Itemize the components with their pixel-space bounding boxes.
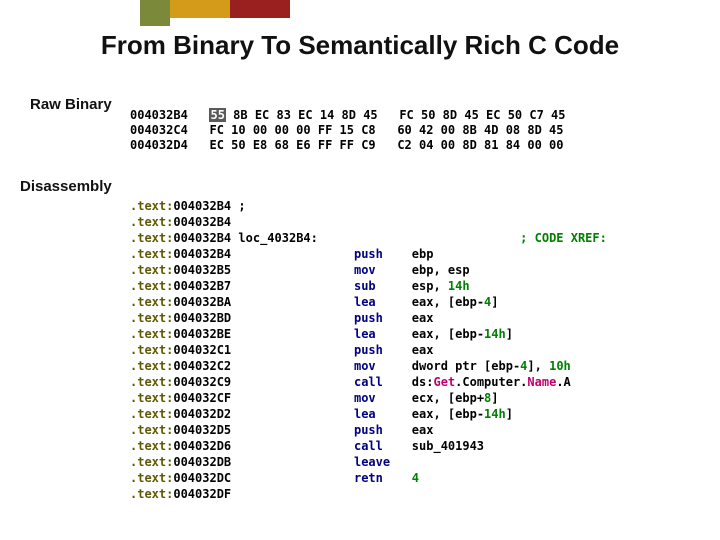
asm-row: .text:004032B7 sub esp, 14h [130, 278, 607, 294]
asm-row: .text:004032DB leave [130, 454, 607, 470]
label-raw-binary: Raw Binary [30, 96, 112, 113]
asm-row: .text:004032C9 call ds:Get.Computer.Name… [130, 374, 607, 390]
accent-bar [140, 0, 290, 18]
asm-row: .text:004032B4 loc_4032B4: ; CODE XREF: [130, 230, 607, 246]
hex-row: 004032C4 FC 10 00 00 00 FF 15 C8 60 42 0… [130, 123, 566, 138]
hex-row: 004032B4 55 8B EC 83 EC 14 8D 45 FC 50 8… [130, 108, 566, 123]
asm-row: .text:004032DF [130, 486, 607, 502]
accent-seg-2 [170, 0, 230, 18]
asm-row: .text:004032C1 push eax [130, 342, 607, 358]
asm-row: .text:004032DC retn 4 [130, 470, 607, 486]
asm-row: .text:004032D2 lea eax, [ebp-14h] [130, 406, 607, 422]
asm-row: .text:004032C2 mov dword ptr [ebp-4], 10… [130, 358, 607, 374]
asm-row: .text:004032B4 push ebp [130, 246, 607, 262]
slide-title: From Binary To Semantically Rich C Code [0, 30, 720, 61]
accent-seg-1 [140, 0, 170, 18]
asm-row: .text:004032B5 mov ebp, esp [130, 262, 607, 278]
asm-row: .text:004032D5 push eax [130, 422, 607, 438]
asm-row: .text:004032BE lea eax, [ebp-14h] [130, 326, 607, 342]
accent-tab [140, 18, 170, 26]
disassembly-listing: .text:004032B4 ;.text:004032B4.text:0040… [130, 198, 607, 502]
accent-seg-3 [230, 0, 290, 18]
asm-row: .text:004032B4 ; [130, 198, 607, 214]
label-disassembly: Disassembly [20, 178, 112, 195]
asm-row: .text:004032CF mov ecx, [ebp+8] [130, 390, 607, 406]
hex-row: 004032D4 EC 50 E8 68 E6 FF FF C9 C2 04 0… [130, 138, 566, 153]
hex-dump: 004032B4 55 8B EC 83 EC 14 8D 45 FC 50 8… [130, 108, 566, 153]
asm-row: .text:004032D6 call sub_401943 [130, 438, 607, 454]
asm-row: .text:004032BD push eax [130, 310, 607, 326]
asm-row: .text:004032BA lea eax, [ebp-4] [130, 294, 607, 310]
asm-row: .text:004032B4 [130, 214, 607, 230]
